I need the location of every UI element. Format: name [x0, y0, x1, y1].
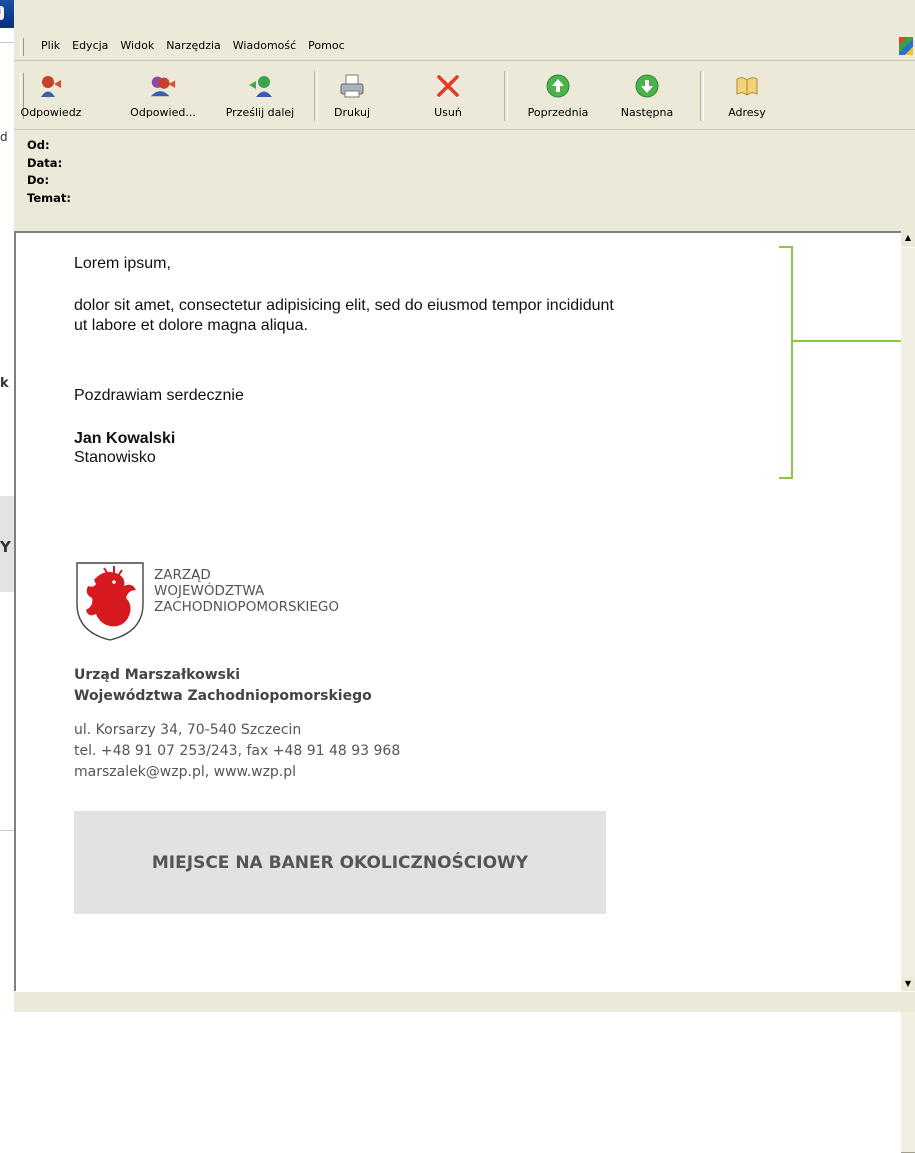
org-line-2: WOJEWÓDZTWA: [154, 583, 265, 599]
header-to: Do:: [27, 173, 50, 187]
address-book-icon: [733, 71, 761, 101]
reply-icon: [37, 71, 65, 101]
reply-button[interactable]: Odpowiedz: [18, 63, 84, 123]
background-text-fragment: Y: [0, 538, 11, 556]
annotation-line: [793, 340, 901, 342]
mail-window-icon[interactable]: ✉: [0, 6, 4, 20]
sender-name: Jan Kowalski: [74, 430, 176, 447]
background-divider: [0, 830, 14, 831]
office-name: Urząd Marszałkowski Województwa Zachodni…: [74, 665, 372, 707]
status-bar: [14, 991, 915, 1012]
previous-button[interactable]: Poprzednia: [512, 63, 604, 123]
closing: Pozdrawiam serdecznie: [74, 387, 244, 404]
scroll-up-icon[interactable]: ▲: [901, 231, 915, 245]
scroll-down-icon[interactable]: ▼: [901, 977, 915, 991]
next-icon: [633, 71, 661, 101]
next-label: Następna: [620, 106, 674, 119]
print-label: Drukuj: [333, 106, 371, 119]
vertical-scrollbar[interactable]: ▲ ▼: [901, 231, 915, 1153]
toolbar: Odpowiedz Odpowied... Prześlij dalej Dru…: [14, 63, 915, 130]
contact-info: ul. Korsarzy 34, 70-540 Szczecin tel. +4…: [74, 720, 400, 783]
background-text-fragment: d: [0, 130, 8, 144]
annotation-bracket: [779, 246, 793, 479]
reply-all-label: Odpowied...: [130, 106, 196, 119]
delete-icon: [434, 71, 462, 101]
previous-label: Poprzednia: [527, 106, 589, 119]
background-text-fragment: k: [0, 376, 9, 391]
header-from: Od:: [27, 138, 50, 152]
message-window: Plik Edycja Widok Narzędzia Wiadomość Po…: [14, 0, 915, 1153]
forward-label: Prześlij dalej: [225, 106, 295, 119]
print-button[interactable]: Drukuj: [320, 63, 384, 123]
toolbar-separator: [700, 71, 704, 121]
scrollbar-thumb[interactable]: [901, 247, 915, 1153]
message-body-pane[interactable]: Lorem ipsum, dolor sit amet, consectetur…: [14, 231, 901, 991]
previous-icon: [544, 71, 572, 101]
reply-all-button[interactable]: Odpowied...: [122, 63, 204, 123]
reply-all-icon: [149, 71, 177, 101]
toolbar-separator: [314, 71, 318, 121]
address-book-button[interactable]: Adresy: [714, 63, 780, 123]
menu-help[interactable]: Pomoc: [302, 39, 350, 52]
body-line-1: dolor sit amet, consectetur adipisicing …: [74, 297, 614, 314]
forward-icon: [246, 71, 274, 101]
greeting: Lorem ipsum,: [74, 255, 171, 272]
print-icon: [338, 71, 366, 101]
toolbar-grip[interactable]: [20, 38, 24, 56]
email-website[interactable]: marszalek@wzp.pl, www.wzp.pl: [74, 762, 400, 783]
message-headers: Od: Data: Do: Temat:: [27, 137, 71, 207]
delete-button[interactable]: Usuń: [418, 63, 478, 123]
reply-label: Odpowiedz: [20, 106, 82, 119]
menu-view[interactable]: Widok: [114, 39, 160, 52]
menu-edit[interactable]: Edycja: [66, 39, 114, 52]
menu-file[interactable]: Plik: [35, 39, 66, 52]
org-line-3: ZACHODNIOPOMORSKIEGO: [154, 599, 339, 615]
sender-position: Stanowisko: [74, 449, 156, 466]
address-book-label: Adresy: [728, 106, 766, 119]
banner-placeholder: MIEJSCE NA BANER OKOLICZNOŚCIOWY: [74, 811, 606, 914]
next-button[interactable]: Następna: [604, 63, 690, 123]
toolbar-separator: [504, 71, 508, 121]
coat-of-arms-icon: [76, 562, 144, 641]
office-line-1: Urząd Marszałkowski: [74, 667, 241, 683]
header-date: Data:: [27, 155, 63, 170]
address: ul. Korsarzy 34, 70-540 Szczecin: [74, 722, 302, 738]
header-subject: Temat:: [27, 190, 71, 205]
forward-button[interactable]: Prześlij dalej: [212, 63, 308, 123]
phone-fax: tel. +48 91 07 253/243, fax +48 91 48 93…: [74, 743, 401, 759]
windows-logo-icon: [899, 37, 913, 55]
menu-bar: Plik Edycja Widok Narzędzia Wiadomość Po…: [14, 34, 915, 61]
body-line-2: ut labore et dolore magna aliqua.: [74, 317, 308, 334]
delete-label: Usuń: [434, 106, 462, 119]
office-line-2: Województwa Zachodniopomorskiego: [74, 688, 372, 704]
organization-name: ZARZĄD WOJEWÓDZTWA ZACHODNIOPOMORSKIEGO: [154, 567, 339, 615]
background-divider: [0, 42, 14, 43]
menu-message[interactable]: Wiadomość: [227, 39, 302, 52]
org-line-1: ZARZĄD: [154, 567, 211, 583]
menu-tools[interactable]: Narzędzia: [160, 39, 227, 52]
